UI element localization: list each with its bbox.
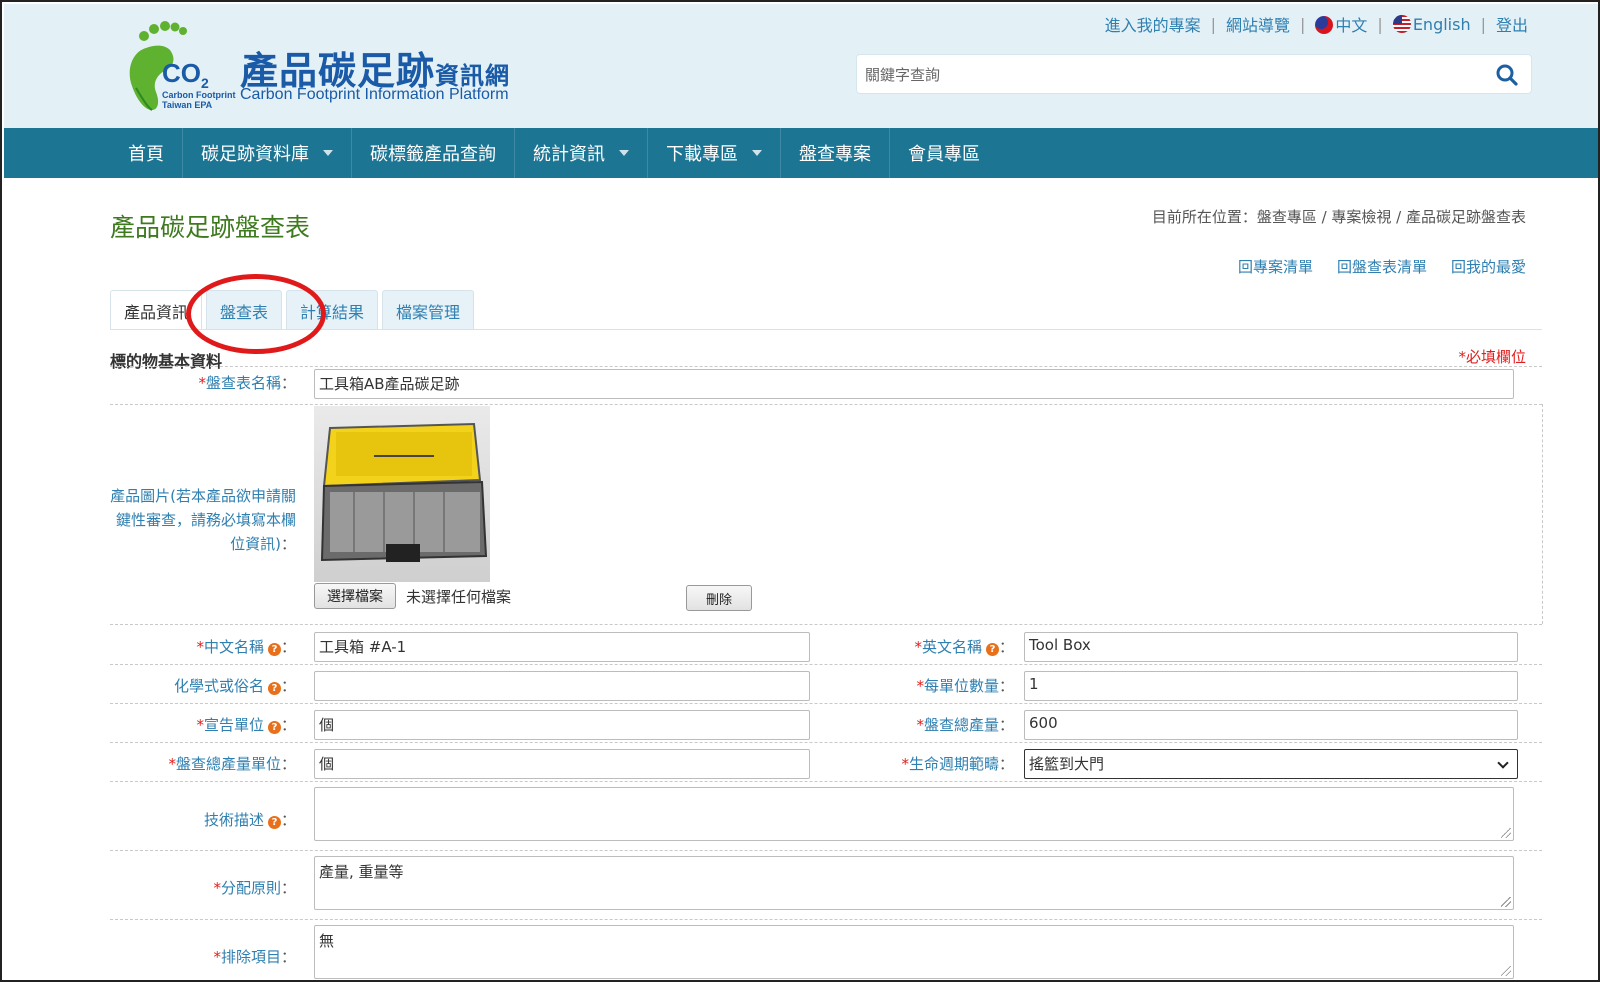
sheet-name-label: *盤查表名稱： [198, 374, 296, 392]
exclusion-textarea[interactable]: 無 [314, 925, 1514, 979]
chinese-lang-link[interactable]: 中文 [1315, 12, 1367, 36]
help-icon: ? [267, 682, 281, 695]
divider [110, 781, 1542, 782]
nav-item-label-search[interactable]: 碳標籤產品查詢 [352, 128, 515, 178]
browser-frame: CO2 Carbon Footprint Taiwan EPA 產品碳足跡資訊網 … [0, 0, 1600, 982]
resize-handle-icon[interactable] [1501, 828, 1511, 838]
tab-results[interactable]: 計算結果 [286, 290, 379, 330]
total-output-input[interactable]: 600 [1024, 710, 1518, 740]
separator: | [1300, 14, 1306, 34]
divider [110, 919, 1542, 920]
divider [110, 366, 1542, 367]
separator: | [1377, 14, 1383, 34]
top-links: 進入我的專案 | 網站導覽 | 中文 | English | 登出 [1105, 12, 1528, 36]
search-icon[interactable] [1495, 63, 1519, 87]
logo-small-text: Carbon Footprint Taiwan EPA [162, 90, 236, 110]
separator: | [1210, 14, 1216, 34]
us-flag-icon [1392, 14, 1411, 33]
divider [110, 664, 1542, 665]
my-projects-link[interactable]: 進入我的專案 [1105, 12, 1201, 36]
caret-down-icon [619, 150, 629, 156]
en-name-input[interactable]: Tool Box [1024, 632, 1518, 662]
allocation-label: *分配原則： [213, 879, 296, 897]
allocation-textarea[interactable]: 產量, 重量等 [314, 856, 1514, 910]
no-file-text: 未選擇任何檔案 [406, 588, 512, 606]
sheet-name-input[interactable]: 工具箱AB產品碳足跡 [314, 369, 1514, 399]
chem-name-label: 化學式或俗名?： [173, 677, 296, 695]
divider [110, 703, 1542, 704]
english-lang-link[interactable]: English [1392, 14, 1471, 34]
product-photo-image [314, 406, 490, 582]
tab-product-info[interactable]: 產品資訊 [110, 290, 203, 330]
breadcrumb: 目前所在位置：盤查專區 / 專案檢視 / 產品碳足跡盤查表 [1151, 208, 1526, 226]
tab-divider [110, 329, 1542, 330]
nav-item-home[interactable]: 首頁 [110, 128, 183, 178]
back-to-inventory-list-link[interactable]: 回盤查表清單 [1337, 256, 1427, 277]
taiwan-flag-icon [1315, 16, 1334, 34]
chevron-down-icon [1497, 757, 1509, 769]
chem-name-input[interactable] [314, 671, 810, 701]
caret-down-icon [752, 150, 762, 156]
help-icon: ? [985, 643, 999, 656]
divider [110, 624, 1542, 625]
section-title: 標的物基本資料 [110, 352, 223, 371]
help-icon: ? [267, 721, 281, 734]
en-name-label: *英文名稱?： [914, 638, 1014, 656]
nav-item-members[interactable]: 會員專區 [890, 128, 998, 178]
nav-item-projects[interactable]: 盤查專案 [781, 128, 890, 178]
nav-item-downloads[interactable]: 下載專區 [648, 128, 781, 178]
caret-down-icon [323, 150, 333, 156]
product-photo-label: 產品圖片(若本產品欲申請關鍵性審查，請務必填寫本欄位資訊)： [110, 487, 296, 553]
resize-handle-icon[interactable] [1501, 897, 1511, 907]
divider [110, 742, 1542, 743]
site-header: CO2 Carbon Footprint Taiwan EPA 產品碳足跡資訊網 … [4, 4, 1598, 128]
choose-file-button[interactable]: 選擇檔案 [314, 583, 396, 609]
nav-item-statistics[interactable]: 統計資訊 [515, 128, 648, 178]
site-logo[interactable]: CO2 Carbon Footprint Taiwan EPA 產品碳足跡資訊網 … [122, 14, 542, 114]
back-to-favorites-link[interactable]: 回我的最愛 [1451, 256, 1526, 277]
exclusion-label: *排除項目： [213, 948, 296, 966]
divider [110, 404, 1542, 405]
page-title: 產品碳足跡盤查表 [110, 213, 311, 242]
zh-name-label: *中文名稱?： [196, 638, 296, 656]
total-output-unit-input[interactable]: 個 [314, 749, 810, 779]
total-output-unit-label: *盤查總產量單位： [168, 755, 296, 773]
per-unit-qty-label: *每單位數量： [916, 677, 1014, 695]
tech-desc-label: 技術描述?： [203, 811, 296, 829]
help-icon: ? [267, 643, 281, 656]
back-to-project-list-link[interactable]: 回專案清單 [1238, 256, 1313, 277]
search-box [856, 54, 1532, 94]
tab-bar: 產品資訊 盤查表 計算結果 檔案管理 [110, 290, 475, 330]
life-cycle-select[interactable]: 搖籃到大門 [1024, 749, 1518, 779]
required-note: *必填欄位 [1458, 348, 1526, 366]
nav-item-database[interactable]: 碳足跡資料庫 [183, 128, 352, 178]
divider [110, 850, 1542, 851]
logo-co2-text: CO2 [162, 58, 209, 92]
main-nav: 首頁 碳足跡資料庫 碳標籤產品查詢 統計資訊 下載專區 盤查專案 會員專區 [4, 128, 1598, 178]
logout-link[interactable]: 登出 [1496, 12, 1528, 36]
life-cycle-label: *生命週期範疇： [901, 755, 1014, 773]
site-map-link[interactable]: 網站導覽 [1226, 12, 1290, 36]
tab-inventory[interactable]: 盤查表 [206, 290, 283, 330]
tab-files[interactable]: 檔案管理 [382, 290, 475, 330]
declared-unit-input[interactable]: 個 [314, 710, 810, 740]
divider [1542, 404, 1543, 624]
logo-subtitle: Carbon Footprint Information Platform [240, 86, 509, 103]
search-input[interactable] [865, 63, 1465, 87]
total-output-label: *盤查總產量： [916, 716, 1014, 734]
help-icon: ? [267, 816, 281, 829]
quick-links: 回專案清單 回盤查表清單 回我的最愛 [1238, 256, 1526, 277]
delete-photo-button[interactable]: 刪除 [686, 585, 752, 611]
tech-desc-textarea[interactable] [314, 787, 1514, 841]
resize-handle-icon[interactable] [1501, 966, 1511, 976]
zh-name-input[interactable]: 工具箱 #A-1 [314, 632, 810, 662]
separator: | [1480, 14, 1486, 34]
declared-unit-label: *宣告單位?： [196, 716, 296, 734]
per-unit-qty-input[interactable]: 1 [1024, 671, 1518, 701]
